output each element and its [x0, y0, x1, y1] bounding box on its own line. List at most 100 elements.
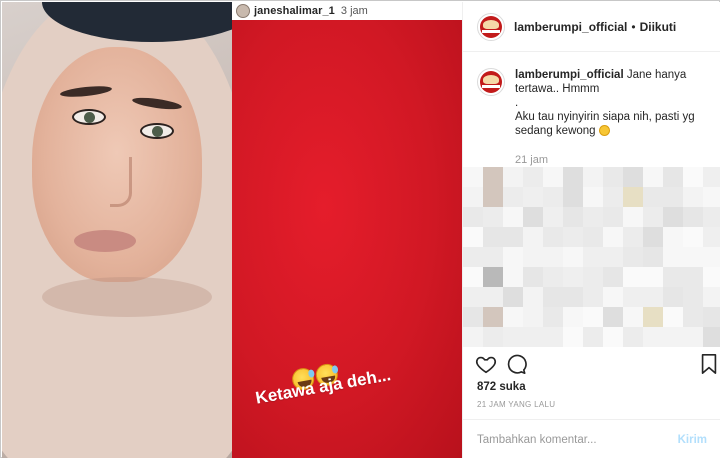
blur-tile — [563, 187, 583, 207]
comment-icon[interactable] — [505, 353, 527, 375]
blur-tile — [543, 287, 563, 307]
blur-tile — [703, 227, 720, 247]
blur-tile — [603, 207, 623, 227]
blur-tile — [503, 227, 523, 247]
blur-tile — [543, 267, 563, 287]
blur-tile — [663, 207, 683, 227]
blur-tile — [543, 307, 563, 327]
blur-tile — [623, 307, 643, 327]
blur-tile — [543, 207, 563, 227]
blur-tile — [683, 267, 703, 287]
blur-tile — [623, 287, 643, 307]
blur-tile — [603, 227, 623, 247]
blur-tile — [663, 227, 683, 247]
blur-tile — [643, 327, 663, 347]
blur-tile — [583, 187, 603, 207]
blur-tile — [603, 267, 623, 287]
story-username[interactable]: janeshalimar_1 — [254, 5, 335, 17]
blur-tile — [683, 207, 703, 227]
post-sidebar: lamberumpi_official • Diikuti lamberumpi… — [462, 2, 720, 458]
blur-tile — [683, 307, 703, 327]
blur-tile — [623, 227, 643, 247]
caption-username[interactable]: lamberumpi_official — [515, 69, 624, 81]
comment-input[interactable] — [477, 433, 678, 446]
blur-tile — [463, 187, 483, 207]
blur-tile — [503, 247, 523, 267]
post-comment-button[interactable]: Kirim — [678, 434, 707, 446]
blur-tile — [563, 207, 583, 227]
blur-tile — [563, 287, 583, 307]
blur-tile — [663, 187, 683, 207]
profile-photo — [2, 2, 232, 458]
blur-tile — [523, 287, 543, 307]
blur-tile — [583, 247, 603, 267]
story-avatar[interactable] — [236, 4, 250, 18]
blur-tile — [663, 327, 683, 347]
blur-tile — [703, 327, 720, 347]
blur-tile — [643, 207, 663, 227]
blur-tile — [643, 167, 663, 187]
blur-tile — [663, 167, 683, 187]
blur-tile — [583, 307, 603, 327]
blur-tile — [523, 187, 543, 207]
blur-tile — [563, 247, 583, 267]
blur-tile — [583, 227, 603, 247]
blur-tile — [703, 267, 720, 287]
blurred-comments-area — [463, 165, 720, 351]
blur-tile — [623, 207, 643, 227]
blur-tile — [563, 227, 583, 247]
blur-tile — [583, 207, 603, 227]
blur-tile — [503, 167, 523, 187]
blur-tile — [503, 267, 523, 287]
blur-tile — [583, 167, 603, 187]
blur-tile — [703, 287, 720, 307]
caption-line2: . — [515, 97, 519, 109]
blur-tile — [623, 267, 643, 287]
blur-tile — [643, 267, 663, 287]
blur-tile — [683, 287, 703, 307]
follow-status-button[interactable]: Diikuti — [640, 20, 677, 34]
post-timestamp: 21 JAM YANG LALU — [477, 400, 556, 409]
blur-tile — [503, 207, 523, 227]
caption-avatar[interactable] — [477, 68, 505, 96]
blur-tile — [623, 247, 643, 267]
blur-tile — [523, 267, 543, 287]
blur-tile — [563, 267, 583, 287]
blur-tile — [603, 307, 623, 327]
story-panel: janeshalimar_1 3 jam Ketawa aja deh... — [232, 2, 462, 458]
blur-tile — [523, 327, 543, 347]
blur-tile — [563, 327, 583, 347]
blur-tile — [643, 187, 663, 207]
blur-tile — [463, 227, 483, 247]
blur-tile — [483, 327, 503, 347]
blur-tile — [603, 187, 623, 207]
blur-tile — [523, 307, 543, 327]
blur-tile — [543, 327, 563, 347]
heart-icon[interactable] — [475, 353, 497, 375]
blur-tile — [503, 187, 523, 207]
blur-tile — [503, 287, 523, 307]
blur-tile — [463, 267, 483, 287]
blur-tile — [543, 247, 563, 267]
blur-tile — [463, 327, 483, 347]
blur-tile — [543, 227, 563, 247]
blur-tile — [603, 327, 623, 347]
blur-tile — [663, 287, 683, 307]
bookmark-icon[interactable] — [699, 353, 719, 375]
blur-tile — [503, 327, 523, 347]
comment-box: Kirim — [463, 419, 720, 458]
blur-tile — [483, 167, 503, 187]
blur-tile — [463, 167, 483, 187]
blur-tile — [483, 187, 503, 207]
blur-tile — [683, 227, 703, 247]
header-username[interactable]: lamberumpi_official — [514, 20, 627, 34]
account-avatar[interactable] — [477, 12, 505, 41]
blur-tile — [683, 187, 703, 207]
story-time: 3 jam — [340, 5, 368, 17]
blur-tile — [523, 207, 543, 227]
blur-tile — [463, 287, 483, 307]
blur-tile — [523, 227, 543, 247]
blur-tile — [683, 247, 703, 267]
header-separator: • — [631, 19, 636, 34]
like-count[interactable]: 872 suka — [477, 381, 526, 393]
